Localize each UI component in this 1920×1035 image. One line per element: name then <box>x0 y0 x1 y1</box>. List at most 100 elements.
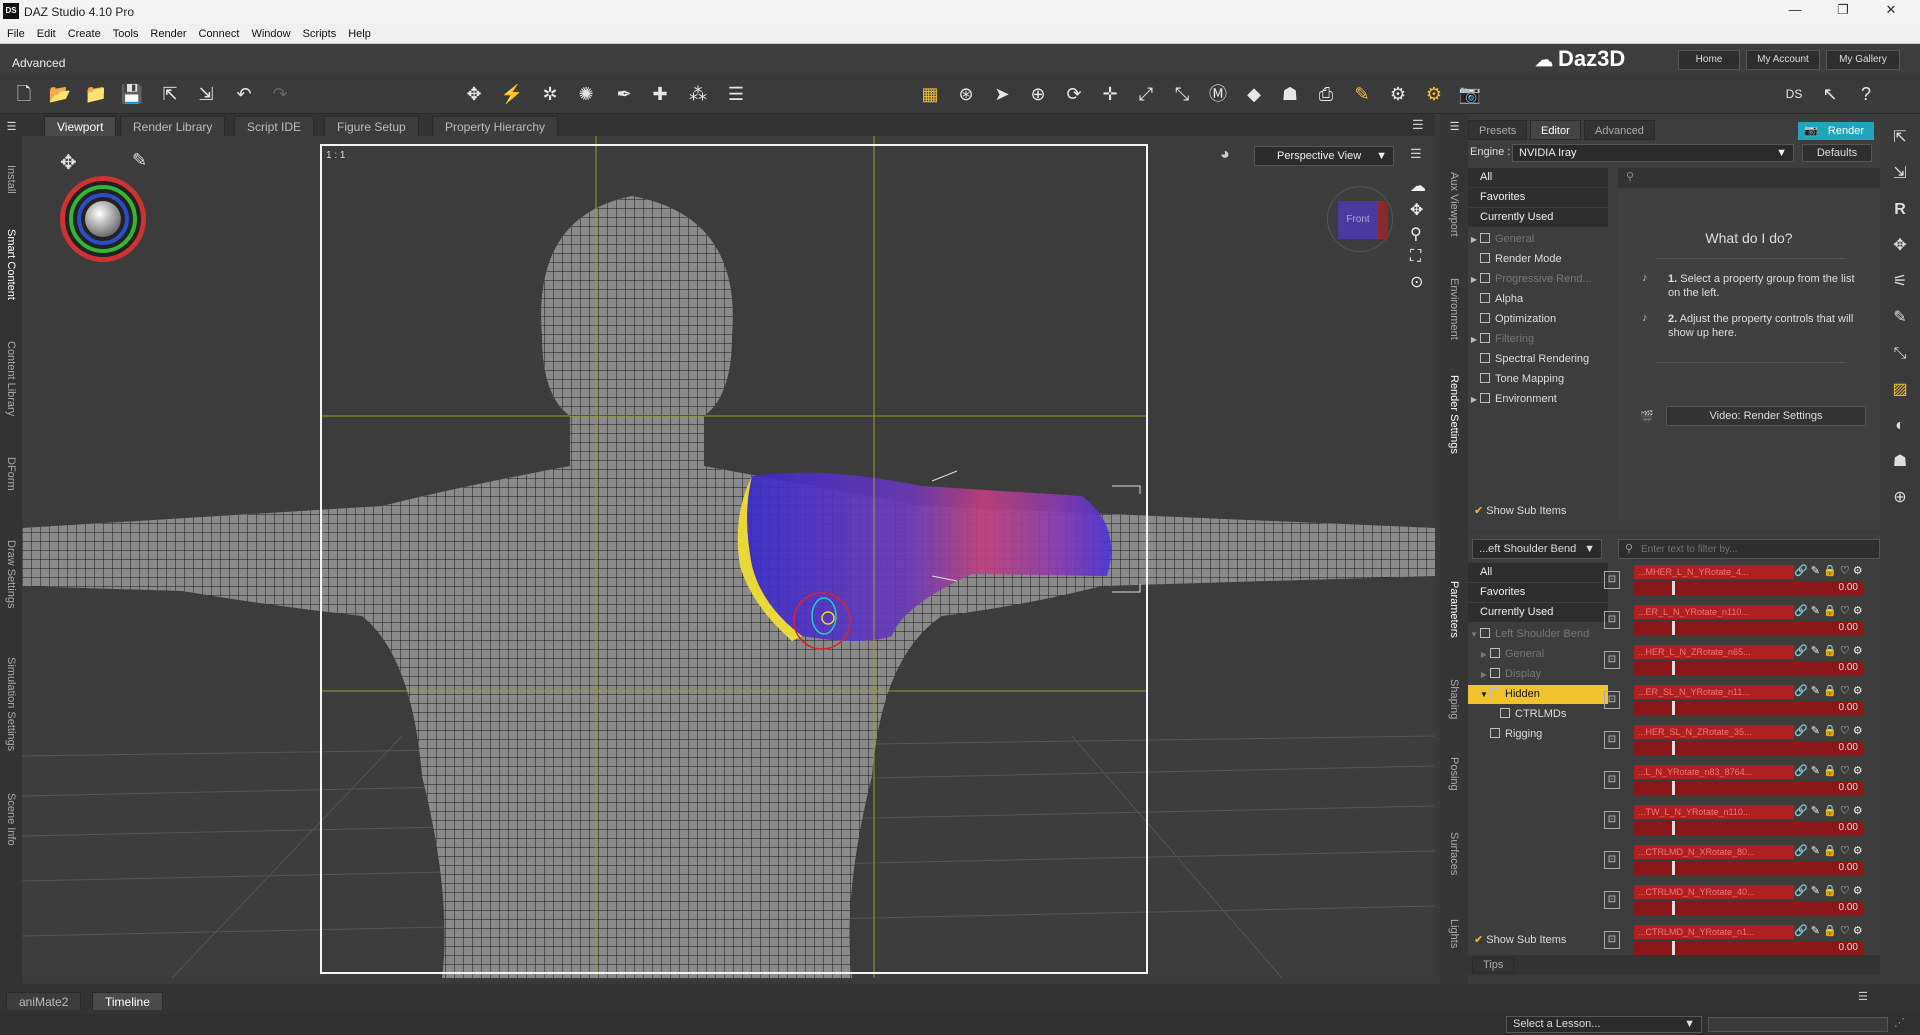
reset-view-icon[interactable]: ⊙ <box>1410 272 1423 292</box>
slider-knob[interactable] <box>1672 781 1675 795</box>
slider-bar[interactable]: 0.00 <box>1634 941 1864 955</box>
expand-icon[interactable]: ▶ <box>1478 645 1490 664</box>
param-show-sub-items[interactable]: ✔ Show Sub Items <box>1474 933 1566 946</box>
tab-content-library[interactable]: Content Library <box>0 324 22 434</box>
surface-selection-icon[interactable]: ✺ <box>574 82 598 106</box>
property-slider[interactable]: ⊡ ...CTRLMD_N_YRotate_40... 🔗 ✎ 🔒 ♡ ⚙ 0.00 <box>1604 883 1864 919</box>
engine-select[interactable]: NVIDIA Iray ▼ <box>1512 144 1794 162</box>
pin-icon[interactable]: ✎ <box>1811 805 1820 817</box>
tab-presets[interactable]: Presets <box>1468 120 1528 140</box>
lock-icon[interactable]: ⊡ <box>1604 651 1620 669</box>
filter-favorites[interactable]: Favorites <box>1468 188 1608 208</box>
open-file-icon[interactable]: 📂 <box>48 82 72 106</box>
pointer-icon[interactable]: ➤ <box>990 82 1014 106</box>
link-icon[interactable]: 🔗 <box>1794 645 1808 657</box>
pin-icon[interactable]: ✎ <box>1811 925 1820 937</box>
param-group-item[interactable]: CTRLMDs <box>1468 705 1608 724</box>
checkbox-checked-icon[interactable]: ✔ <box>1474 505 1483 517</box>
view-cube-front[interactable]: Front <box>1338 201 1378 239</box>
gear-icon[interactable]: ⚙ <box>1853 765 1863 777</box>
pan-icon[interactable]: ✥ <box>1410 200 1423 220</box>
redo-icon[interactable]: ↷ <box>268 82 292 106</box>
property-slider[interactable]: ⊡ ...ER_SL_N_YRotate_n11... 🔗 ✎ 🔒 ♡ ⚙ 0.00 <box>1604 683 1864 719</box>
home-link[interactable]: Home <box>1678 50 1740 70</box>
param-filter-favorites[interactable]: Favorites <box>1468 583 1608 603</box>
bottom-panel-menu-icon[interactable]: ☰ <box>1858 990 1868 1003</box>
filter-input[interactable] <box>1641 541 1877 557</box>
param-group-item[interactable]: ▼ Hidden <box>1468 685 1608 704</box>
slider-bar[interactable]: 0.00 <box>1634 581 1864 595</box>
lock-icon[interactable]: ⊡ <box>1604 731 1620 749</box>
lock-icon[interactable]: ⊡ <box>1604 571 1620 589</box>
slider-knob[interactable] <box>1672 741 1675 755</box>
view-options-icon[interactable]: ◕ <box>1220 146 1230 164</box>
link-icon[interactable]: 🔗 <box>1794 885 1808 897</box>
pin-icon[interactable]: ✎ <box>1811 845 1820 857</box>
render-group-item[interactable]: Render Mode <box>1468 250 1608 269</box>
expand-icon[interactable]: ▶ <box>1468 390 1480 409</box>
weight-map-tool-icon[interactable]: ▨ <box>1888 378 1912 402</box>
param-filter-all[interactable]: All <box>1468 563 1608 583</box>
slider-bar[interactable]: 0.00 <box>1634 701 1864 715</box>
lock-icon[interactable]: 🔒 <box>1823 765 1837 777</box>
gear-icon[interactable]: ⚙ <box>1853 685 1863 697</box>
orbit-icon[interactable]: ☁ <box>1410 176 1426 196</box>
view-cube[interactable]: Front <box>1327 186 1393 252</box>
panel-menu-icon[interactable]: ☰ <box>0 116 22 136</box>
tab-dform[interactable]: DForm <box>0 444 22 504</box>
lock-icon[interactable]: 🔒 <box>1823 605 1837 617</box>
tab-surfaces[interactable]: Surfaces <box>1443 814 1465 894</box>
import-icon[interactable]: ⇱ <box>158 82 182 106</box>
panel-options-icon[interactable]: ☰ <box>1412 117 1424 133</box>
gear-icon[interactable]: ⚙ <box>1853 925 1863 937</box>
checkbox-checked-icon[interactable]: ✔ <box>1474 934 1483 946</box>
render-group-item[interactable]: Tone Mapping <box>1468 370 1608 389</box>
surface-tool-icon[interactable]: ◆ <box>1242 82 1266 106</box>
render-group-item[interactable]: Alpha <box>1468 290 1608 309</box>
pin-icon[interactable]: ✎ <box>1811 685 1820 697</box>
navigation-sphere[interactable] <box>60 176 146 262</box>
render-group-item[interactable]: ▶ Environment <box>1468 390 1608 409</box>
tab-property-hierarchy[interactable]: Property Hierarchy <box>432 116 559 136</box>
menu-connect[interactable]: Connect <box>192 24 245 40</box>
new-file-icon[interactable]: 🗋 <box>12 82 36 106</box>
joint-editor-icon[interactable]: ✥ <box>462 82 486 106</box>
edge-weight-icon[interactable]: ⚡ <box>500 82 524 106</box>
spot-render-tool-icon[interactable]: ⚙ <box>1386 82 1410 106</box>
tab-aux-viewport[interactable]: Aux Viewport <box>1443 144 1465 264</box>
gear-icon[interactable]: ⚙ <box>1853 565 1863 577</box>
gear-icon[interactable]: ⚙ <box>1853 885 1863 897</box>
tab-figure-setup[interactable]: Figure Setup <box>324 116 419 136</box>
tab-render-settings[interactable]: Render Settings <box>1443 359 1465 469</box>
expand-icon[interactable]: ▶ <box>1468 330 1480 349</box>
favorite-icon[interactable]: ♡ <box>1840 765 1850 777</box>
render-group-item[interactable]: ▶ General <box>1468 230 1608 249</box>
tab-editor[interactable]: Editor <box>1530 120 1581 140</box>
node-select[interactable]: ...eft Shoulder Bend ▼ <box>1472 539 1602 559</box>
lock-icon[interactable]: 🔒 <box>1823 805 1837 817</box>
lock-icon[interactable]: 🔒 <box>1823 645 1837 657</box>
save-icon[interactable]: 💾 <box>120 82 144 106</box>
video-render-settings-button[interactable]: Video: Render Settings <box>1666 406 1866 426</box>
active-pose-icon[interactable]: ⊕ <box>1026 82 1050 106</box>
export-icon[interactable]: ⇲ <box>194 82 218 106</box>
reset-tool-icon[interactable]: R <box>1888 198 1912 222</box>
zoom-icon[interactable]: ⚲ <box>1410 224 1422 244</box>
render-group-item[interactable]: Spectral Rendering <box>1468 350 1608 369</box>
lock-icon[interactable]: 🔒 <box>1823 885 1837 897</box>
undo-icon[interactable]: ↶ <box>232 82 256 106</box>
lock-icon[interactable]: ⊡ <box>1604 611 1620 629</box>
whats-this-icon[interactable]: ↖ <box>1818 82 1842 106</box>
frame-icon[interactable]: ⛶ <box>1410 248 1421 266</box>
lock-icon[interactable]: ⊡ <box>1604 811 1620 829</box>
slider-value[interactable]: 0.00 <box>1839 661 1858 675</box>
pin-icon[interactable]: ✎ <box>1811 885 1820 897</box>
pin-tool-icon[interactable]: ✚ <box>648 82 672 106</box>
favorite-icon[interactable]: ♡ <box>1840 805 1850 817</box>
render-button[interactable]: 📷 Render <box>1798 122 1874 140</box>
expand-icon[interactable]: ▼ <box>1468 625 1480 644</box>
help-icon[interactable]: ? <box>1854 82 1878 106</box>
scale-icon[interactable]: ⤢ <box>1134 82 1158 106</box>
property-slider[interactable]: ⊡ ...TW_L_N_YRotate_n110... 🔗 ✎ 🔒 ♡ ⚙ 0.00 <box>1604 803 1864 839</box>
lock-icon[interactable]: ⊡ <box>1604 771 1620 789</box>
